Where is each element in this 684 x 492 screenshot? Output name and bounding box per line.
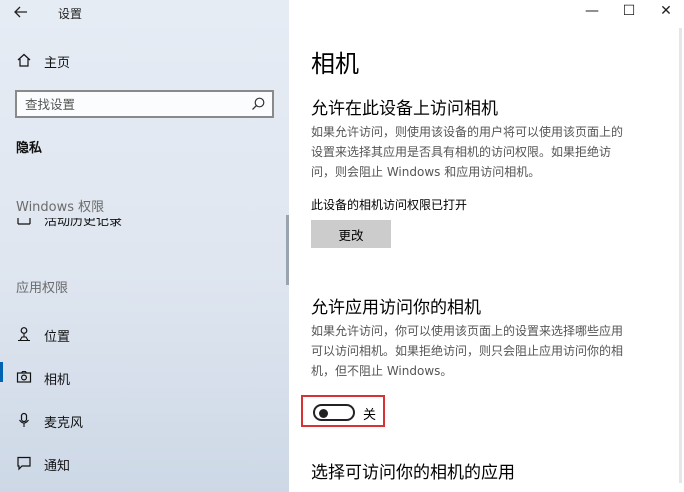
page-title: 相机 [311, 50, 359, 78]
section-description-device-access: 如果允许访问，则使用该设备的用户将可以使用该页面上的 设置来选择其应用是否具有相… [311, 125, 624, 179]
section-heading-app-access: 允许应用访问你的相机 [311, 298, 481, 318]
sidebar-item-home[interactable]: 主页 [0, 44, 289, 78]
section-heading-device-access: 允许在此设备上访问相机 [311, 99, 498, 119]
minimize-button[interactable]: — [577, 2, 607, 22]
sidebar-item-label: 活动历史记录 [44, 218, 123, 229]
notification-icon [17, 456, 31, 471]
app-title: 设置 [58, 7, 83, 21]
history-icon [17, 218, 31, 225]
change-button[interactable]: 更改 [311, 220, 391, 248]
sidebar-item-notifications[interactable]: 通知 [0, 447, 289, 481]
app-camera-access-toggle[interactable] [313, 404, 355, 421]
sidebar-item-label: 通知 [44, 459, 71, 474]
maximize-button[interactable]: ☐ [614, 2, 644, 22]
section-heading-choose-apps: 选择可访问你的相机的应用 [311, 463, 515, 483]
app-permissions-header: 应用权限 [16, 281, 69, 296]
sidebar-item-label: 相机 [44, 373, 71, 388]
section-description-app-access: 如果允许访问，你可以使用该页面上的设置来选择哪些应用 可以访问相机。如果拒绝访问… [311, 324, 624, 378]
microphone-icon [19, 412, 29, 427]
home-icon [17, 53, 31, 67]
close-button[interactable]: ✕ [651, 2, 681, 22]
toggle-knob [319, 408, 328, 418]
search-box[interactable] [15, 90, 274, 118]
sidebar-item-label: 位置 [44, 330, 71, 345]
sidebar-item-label: 主页 [44, 56, 71, 71]
back-button[interactable] [10, 2, 32, 22]
highlight-box: 关 [301, 395, 385, 427]
sidebar-item-label: 麦克风 [44, 416, 84, 431]
section-title-privacy: 隐私 [16, 141, 43, 156]
arrow-left-icon [14, 6, 27, 18]
camera-icon [16, 370, 32, 383]
sidebar-item-microphone[interactable]: 麦克风 [0, 404, 289, 438]
windows-permissions-header: Windows 权限 [16, 200, 105, 215]
title-bar: 设置 [0, 0, 289, 26]
location-icon [18, 327, 30, 342]
sidebar-item-location[interactable]: 位置 [0, 318, 289, 352]
search-icon[interactable] [250, 96, 266, 112]
camera-access-status: 此设备的相机访问权限已打开 [311, 198, 468, 212]
main-content: — ☐ ✕ 相机 允许在此设备上访问相机 如果允许访问，则使用该设备的用户将可以… [289, 0, 684, 492]
main-scrollbar[interactable] [679, 28, 682, 483]
sidebar-item-camera[interactable]: 相机 [0, 361, 289, 395]
sidebar-item-activity-history[interactable]: 活动历史记录 [0, 218, 286, 232]
search-input[interactable] [17, 92, 242, 116]
sidebar: 设置 主页 隐私 Windows 权限 活动历史记录 应用权限 位置 [0, 0, 289, 492]
toggle-state-label: 关 [363, 408, 377, 423]
